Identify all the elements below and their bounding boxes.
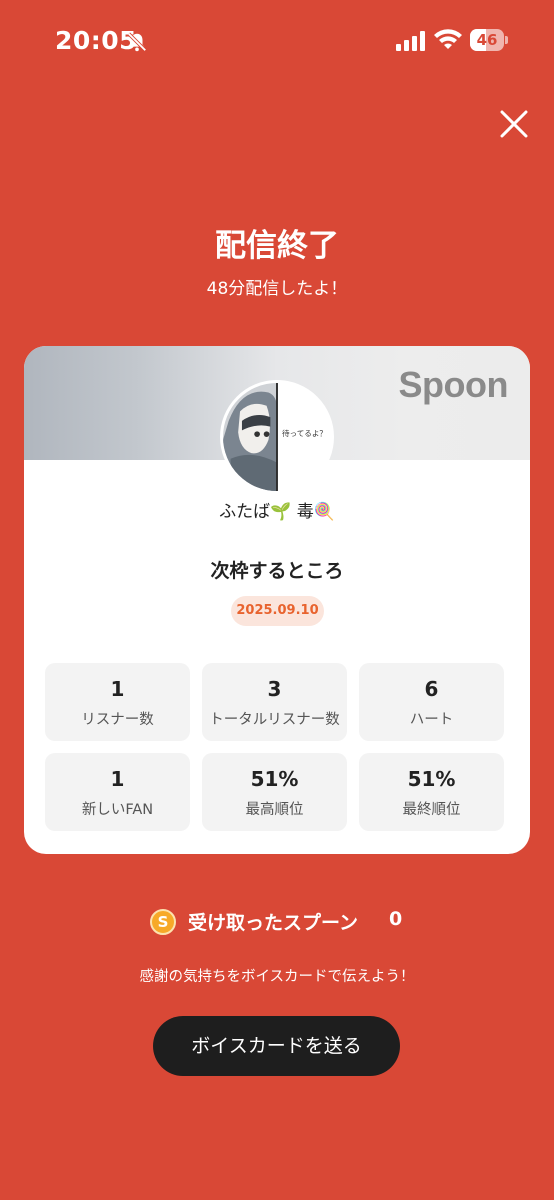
avatar-caption: 待ってるよ？ [282,428,327,438]
received-spoons: S 受け取ったスプーン 0 [0,906,554,938]
stat-label: リスナー数 [81,712,154,728]
page-title: 配信終了 [215,228,339,264]
stat-value: 1 [110,677,125,701]
stat-value: 3 [267,677,282,701]
stat-new-fans: 1 新しいFAN [45,753,190,831]
spoon-logo: Spoon [398,364,509,405]
page-subtitle: 48分配信したよ！ [206,279,348,299]
stat-value: 51% [407,767,456,791]
stat-label: 最高順位 [245,802,304,818]
stat-hearts: 6 ハート [359,663,504,741]
close-icon[interactable] [496,106,532,142]
stat-value: 1 [110,767,125,791]
received-spoons-label: 受け取ったスプーン [188,912,359,934]
stat-listeners: 1 リスナー数 [45,663,190,741]
battery-icon: 46 [470,29,508,51]
stat-best-rank: 51% 最高順位 [202,753,347,831]
stat-label: トータルリスナー数 [209,712,340,728]
stat-label: ハート [409,712,454,728]
send-voice-card-button[interactable]: ボイスカードを送る [153,1016,400,1076]
wifi-icon [434,29,462,49]
avatar-illustration: 待ってるよ？ [223,383,331,491]
battery-level: 46 [476,31,498,49]
bell-off-icon [127,32,147,52]
signal-icon [396,31,425,51]
username: ふたば🌱 毒🍭 [219,502,335,522]
stat-final-rank: 51% 最終順位 [359,753,504,831]
spoon-coin-icon: S [150,909,176,935]
thanks-message: 感謝の気持ちをボイスカードで伝えよう！ [139,969,415,985]
stat-label: 最終順位 [402,802,461,818]
date-badge: 2025.09.10 [231,596,324,626]
stat-total-listeners: 3 トータルリスナー数 [202,663,347,741]
stat-label: 新しいFAN [81,802,154,818]
stream-title: 次枠するところ [210,560,344,582]
stat-value: 6 [424,677,439,701]
received-spoons-count: 0 [389,908,403,930]
avatar[interactable]: 待ってるよ？ [220,380,334,494]
stat-value: 51% [250,767,299,791]
status-time: 20:05 [55,26,138,55]
status-bar: 20:05 46 [0,0,554,86]
broadcast-summary-card: Spoon 待ってるよ？ ふたば🌱 毒🍭 次枠するところ 2025.09.10 … [24,346,530,854]
